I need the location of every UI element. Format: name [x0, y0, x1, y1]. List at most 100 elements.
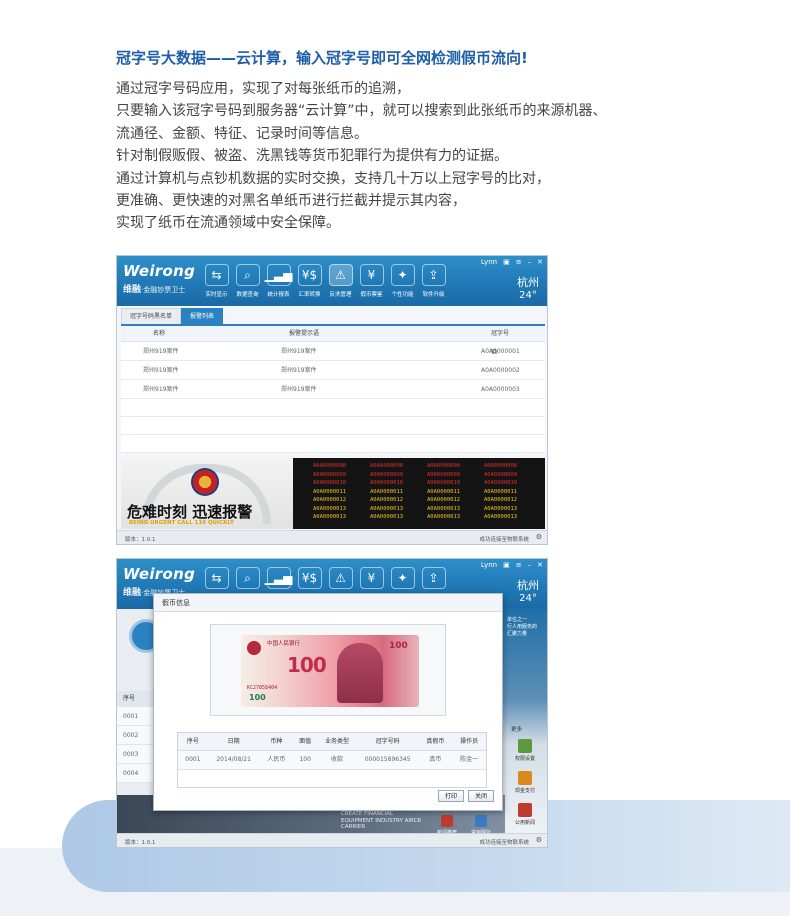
table-row[interactable]: 郑州919案件 郑州919案件 A0A0000001 ⧉ [121, 342, 545, 361]
network-icon: ⚙ [535, 836, 542, 844]
toolbar-query[interactable]: ⌕ 数据查询 [232, 264, 263, 298]
main-toolbar: ⇆ ⌕ ▁▃▅ ¥$ ⚠ ¥ ✦ ⇪ [201, 567, 449, 589]
serial-row: A0A0000013 A0A0000013 A0A0000013 A0A0000013 [313, 513, 545, 522]
serial-row: A0A0000009 A0A0000009 A0A0000009 A0A0000009 [313, 471, 545, 480]
toolbar-report[interactable]: ▁▃▅ [263, 567, 294, 589]
product-detail-page: 冠字号大数据——云计算，输入冠字号即可全网检测假币流向! 通过冠字号码应用，实现… [0, 0, 790, 916]
table-row[interactable]: 郑州919案件 郑州919案件 A0A0000002 [121, 361, 545, 380]
toolbar-upgrade[interactable]: ⇪ [418, 567, 449, 589]
serial-number: A0A0000013 [484, 505, 518, 512]
list-item[interactable]: 0004 [117, 764, 157, 783]
toolbar-report[interactable]: ▁▃▅ 统计报表 [263, 264, 294, 298]
side-item-permission[interactable]: 权限设置 [507, 739, 543, 762]
serial-number: A0A0000013 [370, 505, 404, 512]
serial-number: A0A0000008 [484, 463, 518, 469]
software-window-counterfeit: Weirong 维融·金融钞票卫士 ⇆ ⌕ ▁▃▅ ¥$ ⚠ ¥ ✦ ⇪ Lyn… [116, 558, 548, 848]
serial-number: A0A0000013 [427, 505, 461, 512]
menu-icon[interactable]: ≡ [516, 561, 522, 569]
list-item[interactable]: 0003 [117, 745, 157, 764]
search-icon: ⌕ [235, 264, 260, 286]
banknote-frame: 中国人民银行 100 100 KC27858404 100 [210, 624, 446, 716]
table-row[interactable]: 0001 2014/08/21 人民币 100 收款 000015896345 … [178, 751, 486, 769]
serial-row: A0A0000011 A0A0000011 A0A0000011 A0A0000011 [313, 488, 545, 497]
serial-number: A0A0000009 [313, 471, 347, 478]
headline: 冠字号大数据——云计算，输入冠字号即可全网检测假币流向! [116, 49, 528, 67]
upgrade-icon: ⇪ [421, 264, 446, 286]
left-record-list: 序号 0001 0002 0003 0004 [117, 691, 157, 783]
description-line: 通过冠字号码应用，实现了对每张纸币的追溯， [116, 81, 410, 97]
toolbar-note[interactable]: ¥ 假币票鉴 [356, 264, 387, 298]
skin-icon[interactable]: ▣ [503, 258, 510, 266]
serial-number: A0A0000011 [370, 488, 404, 495]
toolbar-alert[interactable]: ⚠ 反洗管理 [325, 264, 356, 298]
serial-number: A0A0000012 [427, 497, 461, 503]
serial-number: A0A0000010 [427, 480, 461, 486]
toolbar-tools[interactable]: ✦ 个性功能 [387, 264, 418, 298]
serial-number: A0A0000010 [484, 480, 518, 486]
user-name[interactable]: Lynn [481, 561, 497, 569]
weather-widget: 杭州 24° [517, 579, 539, 604]
more-link[interactable]: 更多 [511, 725, 522, 733]
serial-number: A0A0000010 [370, 480, 404, 486]
app-header: Weirong 维融·金融钞票卫士 ⇆ 实时显示 ⌕ 数据查询 ▁▃▅ 统计报表 ¥$… [117, 256, 547, 306]
tab-blacklist[interactable]: 冠字号码黑名单 [121, 308, 182, 324]
counterfeit-info-dialog: 假币信息 中国人民银行 100 100 KC27858404 100 序号 日期… [153, 593, 503, 811]
chart-icon: ▁▃▅ [265, 567, 292, 589]
print-button[interactable]: 打印 [438, 790, 464, 802]
skin-icon[interactable]: ▣ [503, 561, 510, 569]
toolbar-alert[interactable]: ⚠ [325, 567, 356, 589]
close-icon[interactable]: ✕ [537, 258, 543, 266]
serial-number: A0A0000013 [313, 505, 347, 512]
toolbar-exchange[interactable]: ¥$ 汇率转换 [294, 264, 325, 298]
serial-number: A0A0000009 [370, 471, 404, 478]
alert-icon: ⚠ [328, 264, 353, 286]
user-name[interactable]: Lynn [481, 258, 497, 266]
national-emblem-icon [247, 641, 261, 655]
serial-number: A0A0000013 [484, 514, 518, 520]
toolbar-realtime[interactable]: ⇆ [201, 567, 232, 589]
police-badge-icon [191, 468, 219, 496]
minimize-icon[interactable]: – [528, 561, 532, 569]
exchange-icon: ¥$ [297, 264, 322, 286]
table-row-empty [121, 417, 545, 435]
chart-icon: ▁▃▅ [265, 264, 292, 286]
close-icon[interactable]: ✕ [537, 561, 543, 569]
serial-number: A0A0000009 [427, 471, 461, 478]
minimize-icon[interactable]: – [528, 258, 532, 266]
description: 通过冠字号码应用，实现了对每张纸币的追溯， 只要输入该冠字号码到服务器“云计算”… [116, 78, 716, 235]
toolbar-note[interactable]: ¥ [356, 567, 387, 589]
window-controls: Lynn ▣ ≡ – ✕ [481, 258, 543, 266]
upgrade-icon: ⇪ [421, 567, 446, 589]
status-bar: 版本：1.0.1 成功连接至物联系统 ⚙ [117, 530, 547, 544]
open-link-icon[interactable]: ⧉ [491, 342, 497, 361]
note-icon: ¥ [359, 567, 384, 589]
serial-number: A0A0000008 [370, 463, 404, 469]
table-row-empty [178, 769, 486, 787]
right-sidebar: 单位之一 行人用服务的 汇聚力量 更多 权限设置 现金支付 公用新闻 [503, 609, 547, 835]
toolbar-exchange[interactable]: ¥$ [294, 567, 325, 589]
toolbar-upgrade[interactable]: ⇪ 软件升级 [418, 264, 449, 298]
serial-number: A0A0000010 [313, 480, 347, 486]
side-item-news[interactable]: 公用新闻 [507, 803, 543, 826]
list-item[interactable]: 0002 [117, 726, 157, 745]
list-item[interactable]: 0001 [117, 707, 157, 726]
toolbar-tools[interactable]: ✦ [387, 567, 418, 589]
serial-number: A0A0000012 [484, 497, 518, 503]
police-banner: 危难时刻 迅速报警 BEING URGENT CALL 110 QUICKLY [121, 458, 293, 529]
serial-number: A0A0000008 [427, 463, 461, 469]
description-line: 针对制假贩假、被盗、洗黑钱等货币犯罪行为提供有力的证据。 [116, 148, 508, 165]
toolbar-realtime[interactable]: ⇆ 实时显示 [201, 264, 232, 298]
news-icon [518, 803, 532, 817]
serial-row: A0A0000013 A0A0000013 A0A0000013 A0A0000013 [313, 505, 545, 514]
monitor-icon: ⇆ [204, 567, 229, 589]
side-item-cash[interactable]: 现金支付 [507, 771, 543, 794]
alarm-table: 名称 报警提示语 冠字号 郑州919案件 郑州919案件 A0A0000001 ⧉… [121, 326, 545, 453]
table-row[interactable]: 郑州919案件 郑州919案件 A0A0000003 [121, 380, 545, 399]
tab-alarm-list[interactable]: 报警列表 [181, 308, 224, 324]
close-button[interactable]: 关闭 [468, 790, 494, 802]
carrier-text: CREATE FINANCIAL EQUIPMENT INDUSTRY AIRC… [341, 811, 422, 830]
serial-ticker: A0A0000008 A0A0000008 A0A0000008 A0A0000008… [293, 458, 545, 529]
alert-icon: ⚠ [328, 567, 353, 589]
toolbar-query[interactable]: ⌕ [232, 567, 263, 589]
menu-icon[interactable]: ≡ [516, 258, 522, 266]
